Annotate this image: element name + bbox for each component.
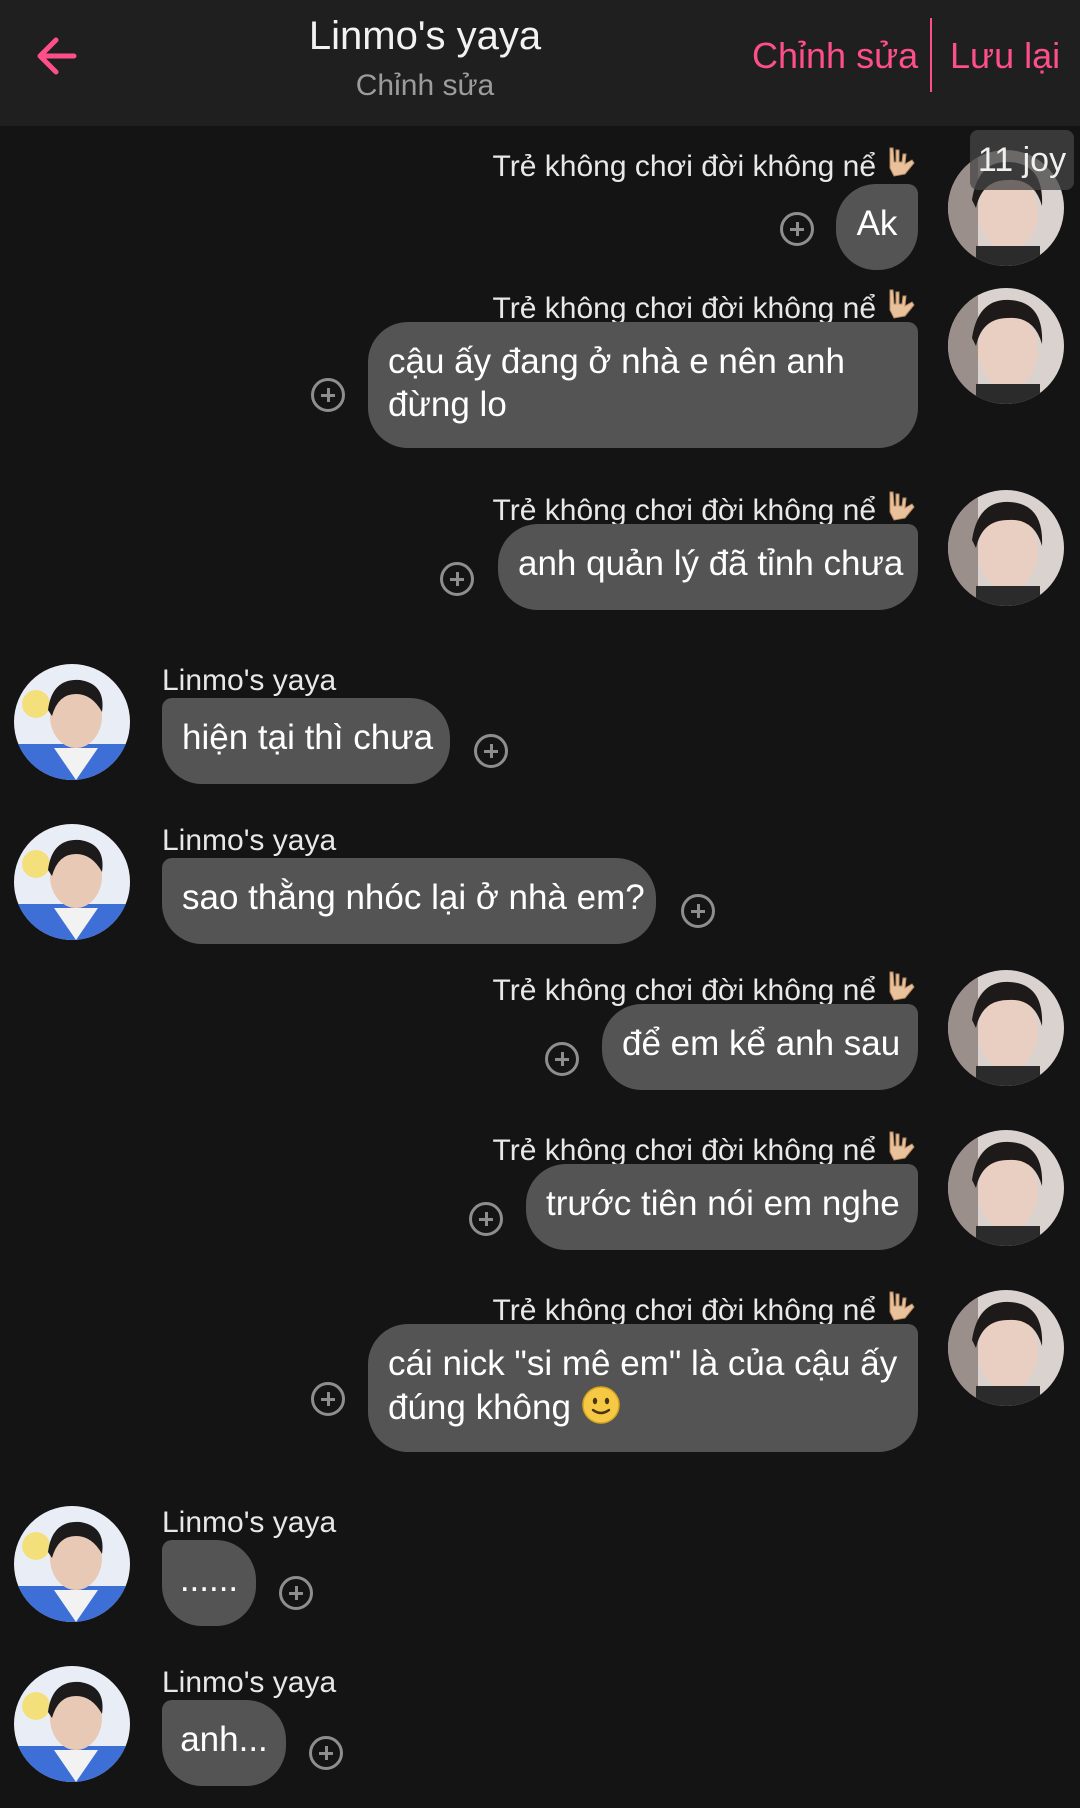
save-button[interactable]: Lưu lại bbox=[950, 32, 1060, 80]
add-reaction-button[interactable] bbox=[440, 562, 474, 596]
add-reaction-button[interactable] bbox=[311, 1382, 345, 1416]
avatar[interactable] bbox=[14, 1666, 130, 1782]
message-row: Trẻ không chơi đời không nể để em kể anh… bbox=[0, 968, 1080, 1098]
message-bubble[interactable]: cái nick "si mê em" là của cậu ấy đúng k… bbox=[368, 1324, 918, 1452]
message-bubble[interactable]: anh quản lý đã tỉnh chưa bbox=[498, 524, 918, 610]
avatar[interactable] bbox=[948, 288, 1064, 404]
add-reaction-button[interactable] bbox=[279, 1576, 313, 1610]
sender-name: Trẻ không chơi đời không nể bbox=[492, 292, 876, 325]
add-reaction-button[interactable] bbox=[311, 378, 345, 412]
sender-name: Trẻ không chơi đời không nể bbox=[492, 974, 876, 1007]
avatar[interactable] bbox=[948, 490, 1064, 606]
overlay-tag: 11 joy bbox=[970, 130, 1074, 190]
message-row: Trẻ không chơi đời không nể cậu ấy đang … bbox=[0, 286, 1080, 448]
message-row: Linmo's yaya hiện tại thì chưa bbox=[0, 662, 1080, 792]
header-divider bbox=[930, 18, 932, 92]
sender-name: Linmo's yaya bbox=[162, 1666, 337, 1699]
message-text: trước tiên nói em nghe bbox=[546, 1184, 900, 1223]
sender-name-row: Trẻ không chơi đời không nể bbox=[493, 144, 918, 190]
message-text: anh... bbox=[180, 1720, 268, 1759]
message-bubble[interactable]: để em kể anh sau bbox=[602, 1004, 918, 1090]
message-text-line: cái nick "si mê em" là của cậu ấy bbox=[388, 1344, 898, 1383]
message-text: sao thằng nhóc lại ở nhà em? bbox=[182, 878, 645, 917]
avatar[interactable] bbox=[14, 664, 130, 780]
message-text-line: cậu ấy đang ở nhà e nên anh bbox=[388, 342, 845, 381]
back-arrow-icon[interactable] bbox=[28, 28, 84, 84]
message-bubble[interactable]: hiện tại thì chưa bbox=[162, 698, 450, 784]
page-title: Linmo's yaya bbox=[308, 14, 542, 58]
avatar[interactable] bbox=[14, 824, 130, 940]
sender-name: Linmo's yaya bbox=[162, 664, 337, 697]
message-text-line: đừng lo bbox=[388, 385, 507, 424]
sender-name: Trẻ không chơi đời không nể bbox=[492, 1294, 876, 1327]
message-bubble[interactable]: sao thằng nhóc lại ở nhà em? bbox=[162, 858, 656, 944]
message-text: hiện tại thì chưa bbox=[182, 718, 434, 757]
avatar[interactable] bbox=[948, 1290, 1064, 1406]
message-row: Linmo's yaya ...... bbox=[0, 1504, 1080, 1644]
message-row: Linmo's yaya sao thằng nhóc lại ở nhà em… bbox=[0, 822, 1080, 952]
slightly-smiling-face-icon bbox=[581, 1385, 621, 1435]
avatar[interactable] bbox=[948, 1130, 1064, 1246]
sender-name: Trẻ không chơi đời không nể bbox=[492, 150, 876, 183]
message-bubble[interactable]: ...... bbox=[162, 1540, 256, 1626]
message-bubble[interactable]: cậu ấy đang ở nhà e nên anh đừng lo bbox=[368, 322, 918, 448]
add-reaction-button[interactable] bbox=[469, 1202, 503, 1236]
add-reaction-button[interactable] bbox=[780, 212, 814, 246]
message-text: anh quản lý đã tỉnh chưa bbox=[518, 544, 904, 583]
message-text: Ak bbox=[856, 204, 898, 243]
message-text-line: đúng không bbox=[388, 1388, 571, 1427]
add-reaction-button[interactable] bbox=[681, 894, 715, 928]
message-row: Trẻ không chơi đời không nể cái nick "si… bbox=[0, 1288, 1080, 1458]
message-row: Trẻ không chơi đời không nể trước tiên n… bbox=[0, 1128, 1080, 1258]
message-text: để em kể anh sau bbox=[622, 1024, 901, 1063]
message-row: Linmo's yaya anh... bbox=[0, 1664, 1080, 1804]
edit-button[interactable]: Chỉnh sửa bbox=[752, 32, 918, 80]
message-bubble[interactable]: trước tiên nói em nghe bbox=[526, 1164, 918, 1250]
message-text: ...... bbox=[179, 1560, 239, 1599]
message-bubble[interactable]: anh... bbox=[162, 1700, 286, 1786]
add-reaction-button[interactable] bbox=[545, 1042, 579, 1076]
sender-name: Trẻ không chơi đời không nể bbox=[492, 1134, 876, 1167]
title-block: Linmo's yaya Chỉnh sửa bbox=[230, 10, 620, 106]
page-subtitle: Chỉnh sửa bbox=[355, 69, 495, 102]
avatar[interactable] bbox=[948, 970, 1064, 1086]
message-list: Trẻ không chơi đời không nể Ak 11 joy Tr… bbox=[0, 126, 1080, 1808]
add-reaction-button[interactable] bbox=[309, 1736, 343, 1770]
sender-name: Linmo's yaya bbox=[162, 1506, 337, 1539]
sender-name: Linmo's yaya bbox=[162, 824, 337, 857]
message-bubble[interactable]: Ak bbox=[836, 184, 918, 270]
top-bar: Linmo's yaya Chỉnh sửa Chỉnh sửa Lưu lại bbox=[0, 0, 1080, 126]
avatar[interactable] bbox=[14, 1506, 130, 1622]
sender-name: Trẻ không chơi đời không nể bbox=[492, 494, 876, 527]
message-row: Trẻ không chơi đời không nể anh quản lý … bbox=[0, 488, 1080, 618]
add-reaction-button[interactable] bbox=[474, 734, 508, 768]
message-row: Trẻ không chơi đời không nể Ak bbox=[0, 126, 1080, 270]
